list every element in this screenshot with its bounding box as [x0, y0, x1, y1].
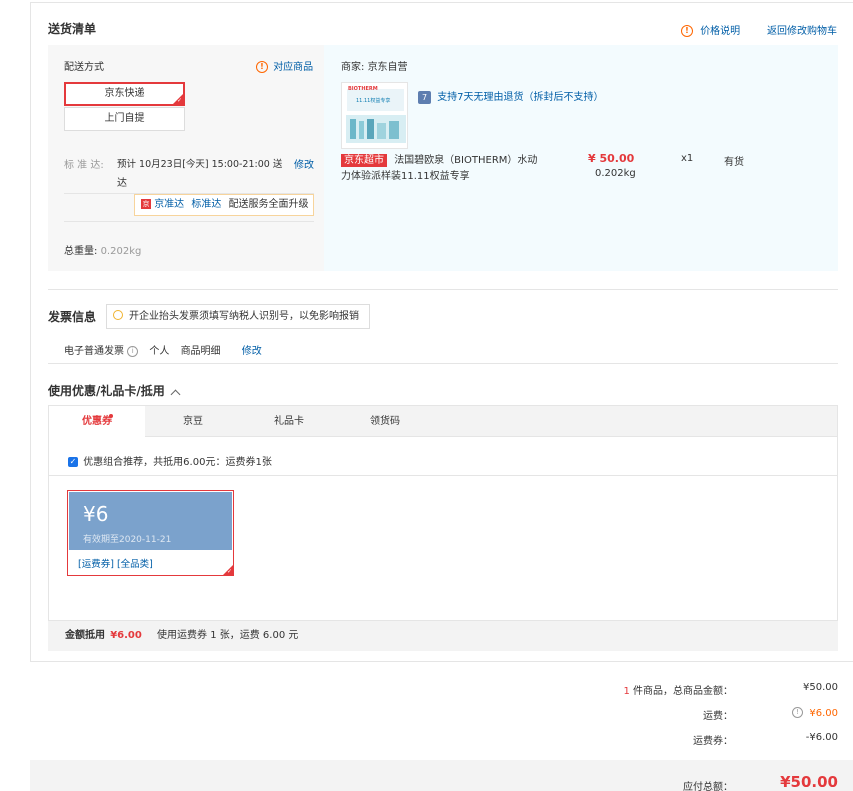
delivery-upgrade-tip: 京 京准达 标准达 配送服务全面升级: [134, 194, 314, 216]
jd-supermarket-tag: 京东超市: [341, 154, 387, 167]
tab-gift-card[interactable]: 礼品卡: [241, 406, 337, 437]
invoice-details: 电子普通发票 i 个人 商品明细 修改: [64, 342, 262, 357]
matching-goods-link[interactable]: 对应商品: [273, 62, 313, 73]
tab-label: 优惠券: [82, 416, 112, 427]
delivery-method-label: 配送方式: [64, 62, 104, 73]
product-name-row2[interactable]: 力体验派样装11.11权益专享: [341, 167, 470, 182]
product-weight: 0.202kg: [595, 168, 636, 179]
return-policy: 7 支持7天无理由退货（拆封后不支持）: [418, 88, 604, 104]
checkbox-checked-icon[interactable]: ✓: [68, 457, 78, 467]
coupon-tag-all: [全品类]: [116, 559, 153, 570]
tab-pickup-code[interactable]: 领货码: [337, 406, 433, 437]
divider: [48, 289, 838, 290]
freight-label: 运费：: [703, 711, 733, 722]
check-icon: ✓: [226, 568, 232, 575]
return-policy-text[interactable]: 支持7天无理由退货（拆封后不支持）: [437, 92, 603, 103]
shipping-list-title: 送货清单: [48, 22, 97, 36]
delivery-option-pickup[interactable]: 上门自提: [64, 107, 185, 131]
coupon-tags: [运费券] [全品类]: [78, 556, 153, 570]
merchant-label: 商家:: [341, 62, 365, 73]
jd-badge-icon: 京: [141, 199, 151, 209]
standard-time-cont: 达: [117, 178, 127, 189]
coupon-card[interactable]: ¥6 有效期至2020-11-21 [运费券] [全品类] ✓: [67, 490, 234, 576]
price-note-link[interactable]: 价格说明: [700, 26, 740, 37]
merchant-name: 京东自营: [367, 62, 408, 73]
check-icon: ✓: [176, 97, 182, 104]
divider: [48, 363, 838, 364]
price-note[interactable]: ! 价格说明: [681, 22, 740, 37]
product-image-brand: BIOTHERM: [348, 86, 378, 92]
freight: ! ¥6.00: [758, 707, 838, 719]
invoice-title: 发票信息: [48, 310, 97, 324]
upgrade-text: 配送服务全面升级: [228, 199, 309, 210]
coupon-footer-label: 金额抵用: [65, 630, 105, 641]
divider: [30, 661, 853, 662]
invoice-tip-text: 开企业抬头发票须填写纳税人识别号，以免影响报销: [129, 311, 359, 322]
info-icon[interactable]: i: [127, 345, 139, 357]
coupon-recommend[interactable]: ✓ 优惠组合推荐，共抵用6.00元：运费券1张: [68, 453, 272, 468]
warning-icon: !: [256, 61, 268, 73]
product-price: ¥ 50.00: [588, 152, 635, 165]
product-stock: 有货: [724, 157, 744, 168]
delivery-option-jd-express[interactable]: 京东快递 ✓: [64, 82, 185, 106]
tab-coupon[interactable]: 优惠券: [49, 406, 145, 439]
coupon-section-title: 使用优惠/礼品卡/抵用: [48, 384, 165, 398]
total-weight: 总重量: 0.202kg: [64, 242, 141, 257]
coupon-expiry: 有效期至2020-11-21: [83, 535, 172, 545]
divider: [64, 221, 314, 222]
invoice-type: 电子普通发票: [64, 346, 124, 357]
delivery-option-label: 京东快递: [104, 88, 145, 99]
coupon-footer-amount: ¥6.00: [110, 630, 142, 641]
jd-biaozhunda-link[interactable]: 标准达: [191, 199, 221, 210]
info-icon[interactable]: !: [792, 707, 804, 718]
seven-day-return-icon: 7: [418, 90, 431, 104]
freight-coupon-value: -¥6.00: [805, 732, 838, 743]
back-to-cart-link[interactable]: 返回修改购物车: [767, 22, 837, 37]
total-weight-value: 0.202kg: [100, 246, 142, 257]
payable-value: ¥50.00: [780, 773, 838, 791]
coupon-recommend-text: 优惠组合推荐，共抵用6.00元：运费券1张: [83, 457, 272, 468]
tab-jingdou[interactable]: 京豆: [145, 406, 241, 437]
delivery-modify-link[interactable]: 修改: [294, 156, 314, 171]
chevron-up-icon: [170, 389, 181, 399]
top-divider: [30, 2, 853, 3]
coupon-tabs: 优惠券 京豆 礼品卡 领货码: [48, 405, 838, 439]
standard-label: 标 准 达:: [64, 160, 104, 171]
invoice-head: 个人: [149, 346, 170, 357]
coupon-card-top: ¥6 有效期至2020-11-21: [69, 492, 232, 550]
goods-total-text: 件商品，总商品金额：: [633, 686, 733, 697]
coupon-amount: ¥6: [83, 502, 109, 526]
new-dot: [109, 414, 113, 418]
coupon-footer: 金额抵用 ¥6.00 使用运费券 1 张，运费 6.00 元: [48, 621, 838, 651]
invoice-modify-link[interactable]: 修改: [242, 346, 262, 357]
divider: [49, 475, 837, 476]
goods-total-label: 1 件商品，总商品金额：: [533, 682, 733, 697]
total-weight-label: 总重量:: [64, 246, 98, 257]
product-image[interactable]: BIOTHERM 11.11权益专享: [341, 82, 408, 149]
invoice-content: 商品明细: [180, 346, 221, 357]
standard-time: 预计 10月23日[今天] 15:00-21:00 送: [117, 159, 283, 170]
coupon-tag-freight: [运费券]: [78, 559, 114, 570]
matching-goods[interactable]: ! 对应商品: [256, 58, 313, 73]
freight-coupon-label: 运费券：: [693, 736, 733, 747]
freight-value: ¥6.00: [809, 707, 838, 719]
goods-total-value: ¥50.00: [803, 682, 838, 693]
payable-label: 应付总额：: [683, 782, 733, 791]
delivery-option-label: 上门自提: [104, 113, 145, 124]
coupon-section-toggle[interactable]: 使用优惠/礼品卡/抵用: [48, 382, 181, 399]
product-thumbnail: [342, 83, 407, 148]
goods-count: 1: [623, 686, 630, 697]
product-image-title: 11.11权益专享: [356, 98, 391, 104]
product-qty: x1: [681, 153, 694, 164]
left-border: [30, 2, 31, 662]
product-name[interactable]: 法国碧欧泉（BIOTHERM）水动: [394, 155, 537, 166]
lightbulb-icon: [113, 310, 123, 320]
product-name-row1[interactable]: 京东超市 法国碧欧泉（BIOTHERM）水动: [341, 151, 537, 167]
invoice-tip: 开企业抬头发票须填写纳税人识别号，以免影响报销: [106, 304, 370, 329]
jd-zhunda-link[interactable]: 京准达: [154, 199, 184, 210]
coupon-footer-text: 使用运费券 1 张，运费 6.00 元: [157, 630, 299, 641]
warning-icon: !: [681, 25, 693, 37]
merchant: 商家: 京东自营: [341, 58, 408, 73]
